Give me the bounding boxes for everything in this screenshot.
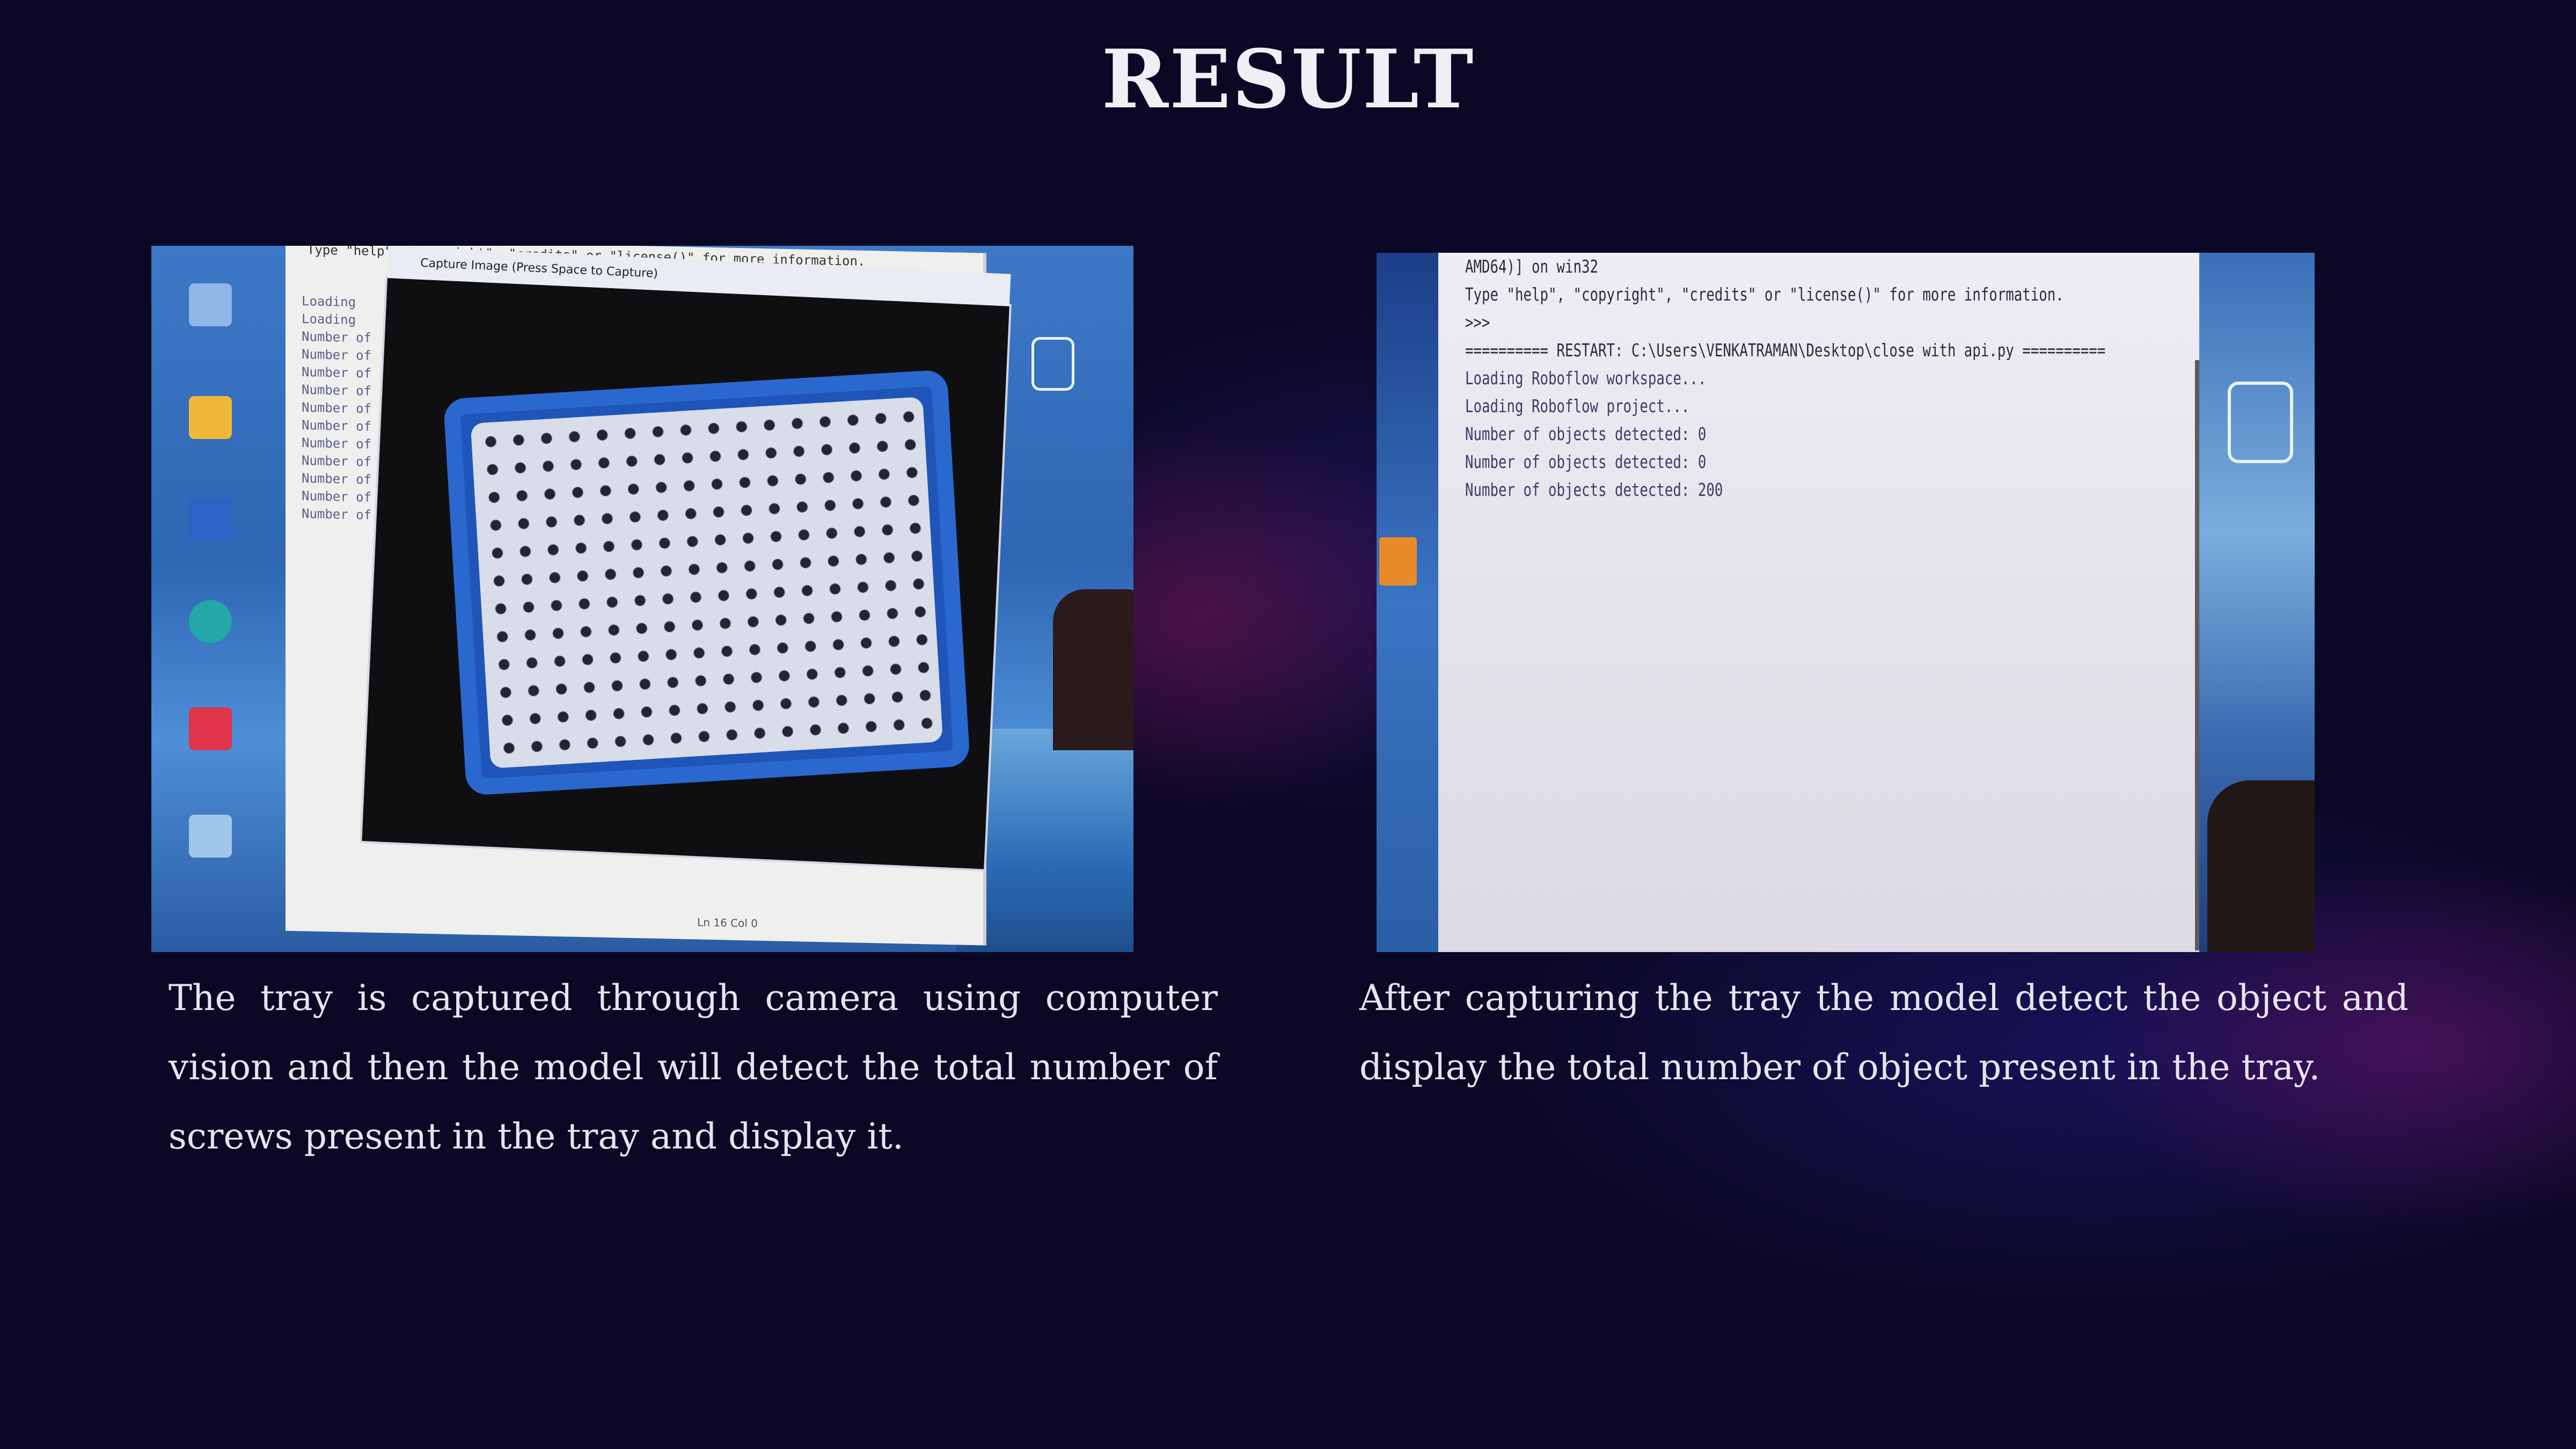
network-icon bbox=[189, 815, 232, 858]
wallpaper-rock bbox=[1053, 589, 1133, 750]
shell-line: Loading Roboflow workspace... bbox=[1465, 368, 1707, 389]
shell-line: Loading Roboflow project... bbox=[1465, 396, 1690, 416]
folder-icon bbox=[1379, 537, 1417, 586]
screw-grid bbox=[470, 397, 943, 769]
recycle-bin-icon bbox=[189, 283, 232, 326]
shield-app-icon bbox=[2228, 382, 2293, 463]
shell-output: Loading Loading Number of Number of Numb… bbox=[302, 293, 372, 523]
right-result-photo: AMD64)] on win32 Type "help", "copyright… bbox=[1377, 253, 2315, 952]
wallpaper-rock bbox=[2207, 780, 2315, 952]
folder-icon bbox=[189, 396, 232, 439]
shell-status-bar: Ln 16 Col 0 bbox=[697, 916, 758, 930]
detection-count-line: Number of objects detected: 200 bbox=[1465, 479, 1723, 500]
edge-browser-icon bbox=[189, 600, 232, 643]
detection-count-line: Number of objects detected: 0 bbox=[1465, 451, 1707, 472]
slide-title: RESULT bbox=[1101, 32, 1475, 127]
shell-line: AMD64)] on win32 bbox=[1465, 256, 1598, 277]
capture-image-window: Capture Image (Press Space to Capture) bbox=[362, 246, 1011, 869]
detection-count-line: Number of objects detected: 0 bbox=[1465, 423, 1707, 444]
shell-line: Type "help", "copyright", "credits" or "… bbox=[1465, 284, 2064, 305]
shell-output: AMD64)] on win32 Type "help", "copyright… bbox=[1465, 253, 2105, 504]
shield-app-icon bbox=[1031, 337, 1074, 391]
slide: RESULT Type "help", "copyright", "credit… bbox=[0, 0, 2576, 1449]
shell-restart-line: ========== RESTART: C:\Users\VENKATRAMAN… bbox=[1465, 340, 2106, 361]
word-document-icon bbox=[189, 498, 232, 541]
left-caption: The tray is captured through camera usin… bbox=[169, 977, 1218, 1157]
anydesk-icon bbox=[189, 707, 232, 750]
python-shell-window: AMD64)] on win32 Type "help", "copyright… bbox=[1438, 253, 2200, 952]
shell-prompt: >>> bbox=[1465, 312, 1490, 333]
left-result-photo: Type "help", "copyright", "credits" or "… bbox=[151, 246, 1133, 952]
screw-tray bbox=[443, 369, 970, 796]
desktop-left-edge bbox=[1377, 253, 1438, 952]
right-caption: After capturing the tray the model detec… bbox=[1359, 977, 2409, 1088]
